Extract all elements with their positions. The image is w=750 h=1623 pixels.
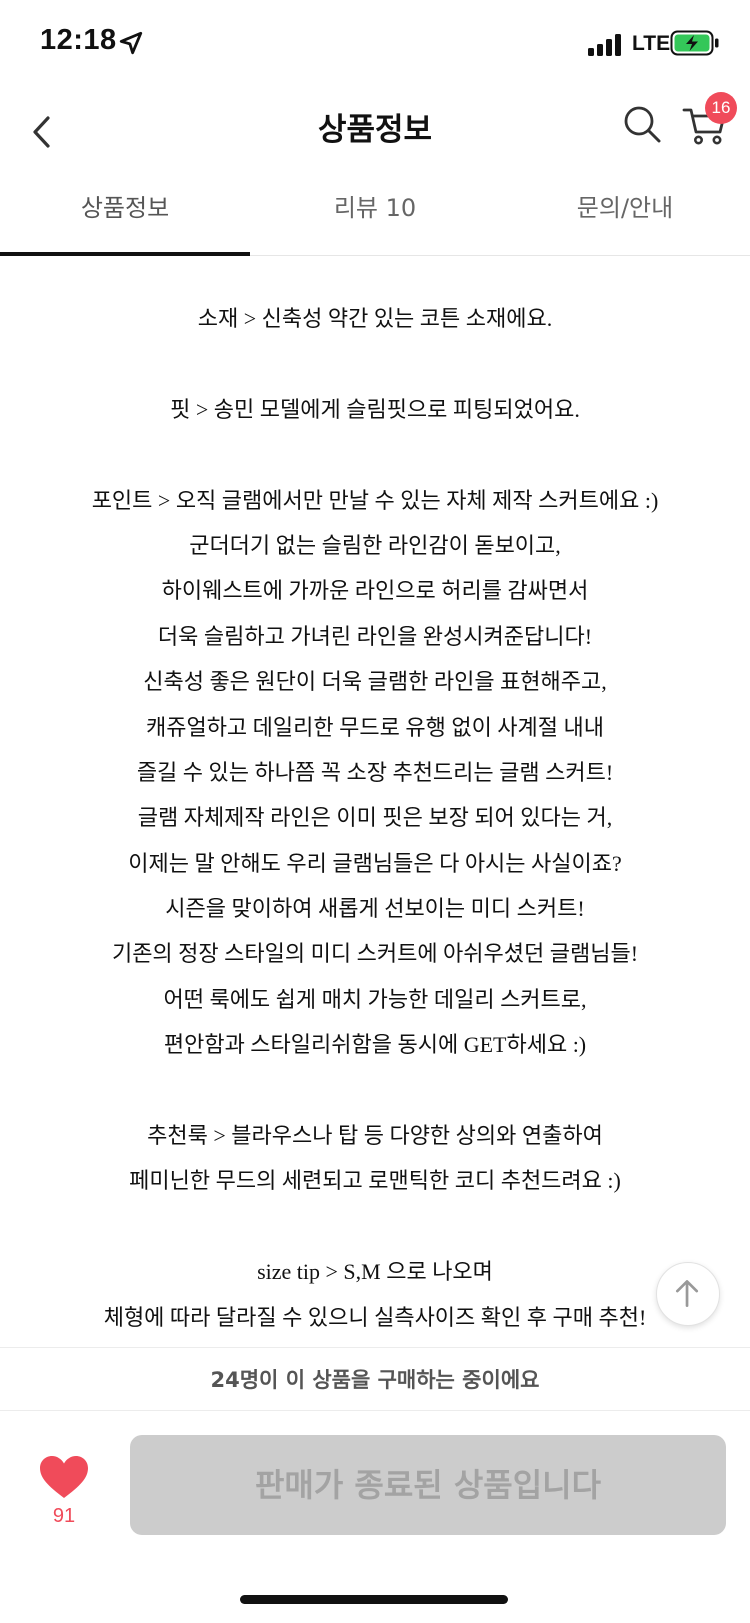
description-line: 하이웨스트에 가까운 라인으로 허리를 감싸면서 (161, 578, 589, 604)
tab-reviews[interactable]: 리뷰 10 (250, 180, 500, 256)
description-line: size tip > S,M 으로 나오며 (257, 1259, 493, 1285)
status-time: 12:18 (40, 24, 117, 56)
cart-count-badge: 16 (705, 92, 737, 124)
description-line: 페미닌한 무드의 세련되고 로맨틱한 코디 추천드려요 :) (129, 1168, 621, 1194)
description-line: 기존의 정장 스타일의 미디 스커트에 아쉬우셨던 글램님들! (111, 941, 639, 967)
search-icon[interactable] (620, 102, 664, 146)
home-indicator (240, 1595, 508, 1604)
description-line: 군더더기 없는 슬림한 라인감이 돋보이고, (189, 532, 561, 558)
description-line: 글램 자체제작 라인은 이미 핏은 보장 되어 있다는 거, (137, 805, 613, 831)
tab-product-info[interactable]: 상품정보 (0, 180, 250, 256)
description-line: 이제는 말 안해도 우리 글램님들은 다 아시는 사실이죠? (128, 850, 622, 876)
sold-out-button[interactable]: 판매가 종료된 상품입니다 (130, 1435, 726, 1535)
location-arrow-icon (119, 31, 143, 55)
network-label: LTE (632, 32, 671, 55)
description-line: 소재 > 신축성 약간 있는 코튼 소재에요. (197, 306, 553, 331)
active-tab-indicator (0, 252, 250, 256)
description-line: 편안함과 스타일리쉬함을 동시에 GET하세요 :) (163, 1032, 587, 1058)
description-line: 포인트 > 오직 글램에서만 만날 수 있는 자체 제작 스커트에요 :) (91, 487, 659, 513)
bottom-action-bar: 91 판매가 종료된 상품입니다 (0, 1411, 750, 1623)
buyers-notice: 24명이 이 상품을 구매하는 중이에요 (0, 1347, 750, 1411)
arrow-up-icon (675, 1280, 699, 1307)
description-line: 어떤 룩에도 쉽게 매치 가능한 데일리 스커트로, (163, 986, 587, 1012)
description-line: 체형에 따라 달라질 수 있으니 실측사이즈 확인 후 구매 추천! (103, 1304, 647, 1330)
description-line: 추천룩 > 블라우스나 탑 등 다양한 상의와 연출하여 (147, 1123, 603, 1149)
description-line: 핏 > 송민 모델에게 슬림핏으로 피팅되었어요. (170, 396, 580, 422)
tab-inquiry[interactable]: 문의/안내 (500, 180, 750, 256)
scroll-to-top-button[interactable] (656, 1262, 720, 1326)
status-bar: 12:18 LTE (0, 0, 750, 88)
description-line: 더욱 슬림하고 가녀린 라인을 완성시켜준답니다! (157, 623, 593, 649)
description-line: 시즌을 맞이하여 새롭게 선보이는 미디 스커트! (165, 896, 585, 922)
product-description: 소재 > 신축성 약간 있는 코튼 소재에요. 핏 > 송민 모델에게 슬림핏으로… (0, 296, 750, 1341)
description-line: 즐길 수 있는 하나쯤 꼭 소장 추천드리는 글램 스커트! (136, 759, 614, 785)
heart-icon (40, 1456, 88, 1498)
signal-icon (588, 34, 621, 56)
description-line: 신축성 좋은 원단이 더욱 글램한 라인을 표현해주고, (143, 669, 607, 695)
like-count: 91 (52, 1505, 76, 1527)
tab-bar: 상품정보 리뷰 10 문의/안내 (0, 180, 750, 256)
top-navigation: 상품정보 (0, 88, 750, 178)
battery-icon (670, 30, 719, 56)
description-line: 캐쥬얼하고 데일리한 무드로 유행 없이 사계절 내내 (145, 714, 605, 740)
